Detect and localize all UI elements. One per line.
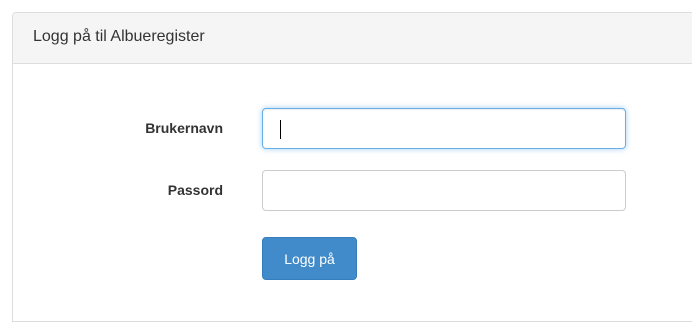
username-input[interactable] — [262, 108, 626, 149]
panel-title: Logg på til Albueregister — [33, 28, 205, 45]
login-button[interactable]: Logg på — [262, 237, 357, 280]
password-label: Passord — [167, 182, 223, 198]
password-row: Passord — [13, 170, 692, 211]
username-row: Brukernavn — [13, 108, 692, 149]
panel-heading: Logg på til Albueregister — [13, 13, 692, 64]
text-caret — [280, 120, 281, 139]
password-input[interactable] — [262, 170, 626, 211]
login-panel: Logg på til Albueregister Brukernavn Pas… — [12, 12, 692, 322]
username-label: Brukernavn — [145, 120, 223, 136]
